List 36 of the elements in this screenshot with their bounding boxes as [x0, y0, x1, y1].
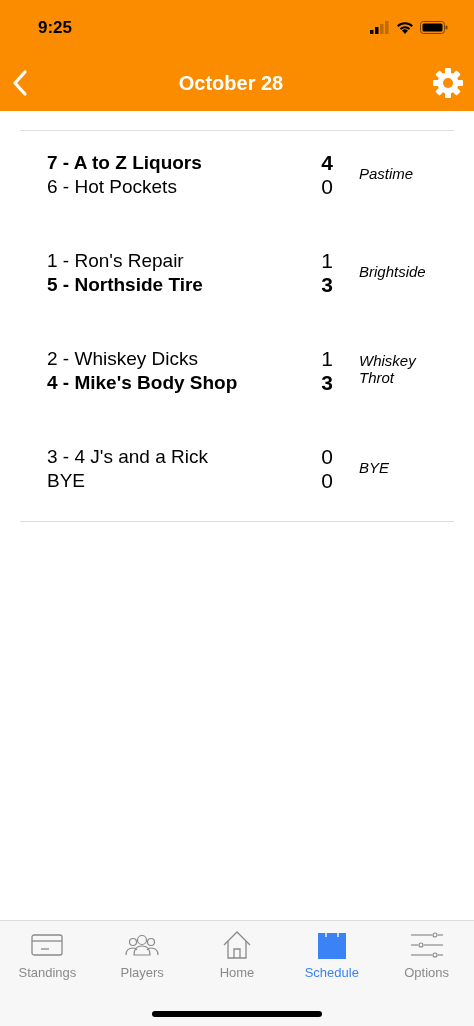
- tab-button[interactable]: Players: [94, 929, 190, 980]
- tab-button[interactable]: Options: [379, 929, 474, 980]
- team-name: 6 - Hot Pockets: [47, 175, 178, 199]
- team-score: 1: [321, 347, 333, 371]
- venue-label: BYE: [358, 458, 390, 476]
- battery-icon: [420, 21, 448, 34]
- team-score: 3: [321, 273, 333, 297]
- nav-title: October 28: [178, 71, 284, 95]
- team-score: 4: [321, 151, 333, 175]
- people-icon: [125, 933, 160, 957]
- team-name: 4 - Mike's Body Shop: [47, 371, 239, 395]
- team-name: 1 - Ron's Repair: [47, 249, 185, 273]
- tab-button[interactable]: Standings: [0, 929, 95, 980]
- team-name: 2 - Whiskey Dicks: [47, 347, 199, 371]
- calendar-icon: [316, 930, 347, 960]
- venue-label: Pastime: [358, 164, 415, 182]
- team-score: 1: [321, 249, 333, 273]
- tab-button[interactable]: Home: [189, 929, 285, 980]
- wifi-icon: [396, 21, 414, 34]
- signal-icon: [370, 21, 390, 34]
- venue-label: Whiskey Throt: [358, 352, 418, 386]
- house-icon: [222, 930, 252, 960]
- team-name: 3 - 4 J's and a Rick: [47, 445, 209, 469]
- settings-button[interactable]: [432, 67, 464, 99]
- team-name: 7 - A to Z Liquors: [47, 151, 203, 175]
- tab-button[interactable]: Schedule: [284, 929, 380, 980]
- team-score: 0: [321, 175, 333, 199]
- card-icon: [31, 933, 64, 957]
- status-time: 9:25: [38, 17, 73, 38]
- team-score: 0: [321, 445, 333, 469]
- team-name: 5 - Northside Tire: [47, 273, 204, 297]
- team-score: 3: [321, 371, 333, 395]
- venue-label: Brightside: [358, 262, 427, 280]
- team-score: 0: [321, 469, 333, 493]
- team-name: BYE: [47, 469, 87, 493]
- sliders-icon: [409, 932, 444, 958]
